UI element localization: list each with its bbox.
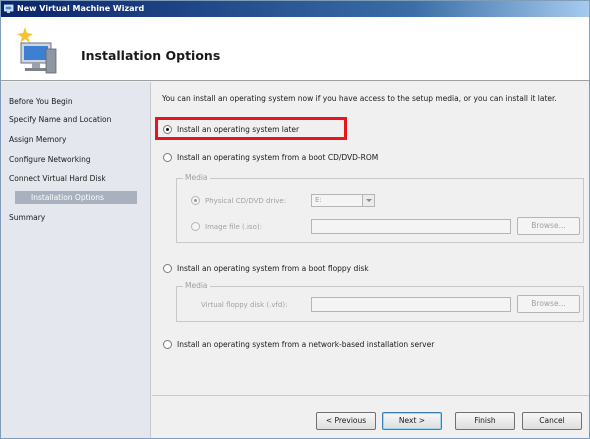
install-floppy-radio[interactable]	[163, 264, 172, 273]
title-bar[interactable]: New Virtual Machine Wizard	[1, 1, 589, 17]
nav-item-connect-virtual-hard-disk[interactable]: Connect Virtual Hard Disk	[9, 174, 106, 183]
image-file-radio[interactable]	[191, 222, 200, 231]
vfd-label: Virtual floppy disk (.vfd):	[201, 301, 288, 309]
install-network-radio[interactable]	[163, 340, 172, 349]
install-cd-radio[interactable]	[163, 153, 172, 162]
option-install-later[interactable]: Install an operating system later	[163, 125, 299, 134]
footer-divider	[152, 395, 589, 396]
wizard-header: Installation Options	[1, 17, 589, 81]
finish-button[interactable]: Finish	[455, 412, 515, 430]
next-button[interactable]: Next >	[382, 412, 442, 430]
nav-item-assign-memory[interactable]: Assign Memory	[9, 135, 66, 144]
nav-item-configure-networking[interactable]: Configure Networking	[9, 155, 91, 164]
nav-item-installation-options[interactable]: Installation Options	[15, 191, 137, 204]
vm-wizard-icon	[4, 4, 14, 13]
floppy-media-group: Media Virtual floppy disk (.vfd): Browse…	[176, 281, 584, 322]
install-later-label: Install an operating system later	[177, 125, 300, 134]
image-file-label: Image file (.iso):	[205, 222, 262, 231]
option-image-file[interactable]: Image file (.iso):	[191, 222, 262, 231]
install-floppy-label: Install an operating system from a boot …	[177, 264, 369, 273]
floppy-browse-button[interactable]: Browse...	[517, 295, 580, 313]
vfd-input[interactable]	[311, 297, 511, 312]
nav-item-specify-name-and-location[interactable]: Specify Name and Location	[9, 115, 111, 124]
wizard-window: New Virtual Machine Wizard Installation …	[0, 0, 590, 439]
intro-text: You can install an operating system now …	[162, 94, 557, 103]
previous-button[interactable]: < Previous	[316, 412, 376, 430]
nav-item-before-you-begin[interactable]: Before You Begin	[9, 97, 73, 106]
physical-drive-label: Physical CD/DVD drive:	[205, 196, 287, 205]
page-title: Installation Options	[81, 48, 221, 63]
cancel-button[interactable]: Cancel	[522, 412, 582, 430]
cd-browse-button[interactable]: Browse...	[517, 217, 580, 235]
option-install-from-network[interactable]: Install an operating system from a netwo…	[163, 340, 434, 349]
option-install-from-cd[interactable]: Install an operating system from a boot …	[163, 153, 378, 162]
image-file-input[interactable]	[311, 219, 511, 234]
wizard-content: You can install an operating system now …	[152, 82, 589, 438]
physical-drive-radio[interactable]	[191, 196, 200, 205]
wizard-steps: Before You Begin Specify Name and Locati…	[1, 82, 151, 438]
chevron-down-icon[interactable]	[362, 195, 374, 206]
option-install-from-floppy[interactable]: Install an operating system from a boot …	[163, 264, 369, 273]
install-later-radio[interactable]	[163, 125, 172, 134]
option-physical-drive[interactable]: Physical CD/DVD drive:	[191, 196, 286, 205]
nav-item-summary[interactable]: Summary	[9, 213, 45, 222]
cd-media-legend: Media	[183, 173, 210, 182]
window-title: New Virtual Machine Wizard	[17, 4, 145, 13]
install-network-label: Install an operating system from a netwo…	[177, 340, 435, 349]
physical-drive-value: E:	[315, 196, 322, 204]
cd-media-group: Media Physical CD/DVD drive: E: Image fi…	[176, 173, 584, 243]
install-cd-label: Install an operating system from a boot …	[177, 153, 379, 162]
computer-sparkle-icon	[17, 27, 57, 74]
floppy-media-legend: Media	[183, 281, 210, 290]
physical-drive-select[interactable]: E:	[311, 194, 375, 207]
